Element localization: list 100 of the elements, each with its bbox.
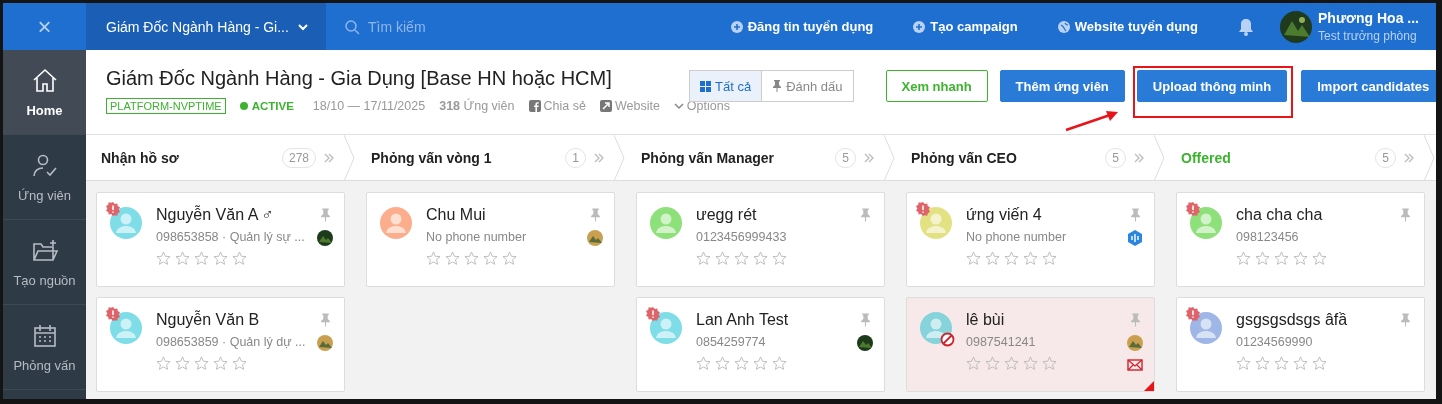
star-icon[interactable]	[1004, 251, 1019, 266]
star-icon[interactable]	[1293, 356, 1308, 371]
star-icon[interactable]	[156, 356, 171, 371]
column-title: Nhận hồ sơ	[101, 149, 179, 166]
external-link-icon	[599, 100, 612, 112]
star-icon[interactable]	[734, 251, 749, 266]
topbar-link[interactable]: Đăng tin tuyển dụng	[730, 19, 874, 34]
star-icon[interactable]	[1274, 356, 1289, 371]
star-icon[interactable]	[1023, 356, 1038, 371]
star-icon[interactable]	[1236, 251, 1251, 266]
star-icon[interactable]	[772, 356, 787, 371]
candidate-name: Lan Anh Test	[696, 311, 790, 329]
plus-icon	[913, 20, 926, 33]
candidate-card[interactable]: Nguyễn Văn A ♂ 098653858 · Quản lý sự ...	[96, 192, 345, 287]
star-icon[interactable]	[1042, 251, 1057, 266]
star-icon[interactable]	[734, 356, 749, 371]
candidate-name: Nguyễn Văn B	[156, 311, 261, 329]
candidate-name: ứng viến 4	[966, 206, 1043, 224]
star-icon[interactable]	[194, 251, 209, 266]
pin-icon[interactable]	[1399, 313, 1411, 327]
pin-icon[interactable]	[589, 208, 601, 222]
candidate-info: 01234569990	[1236, 335, 1314, 349]
job-status: ACTIVE	[239, 100, 294, 112]
pin-icon[interactable]	[319, 313, 331, 327]
action-button[interactable]: Thêm ứng viên	[999, 70, 1125, 102]
candidate-card[interactable]: ứng viến 4 No phone number	[906, 192, 1155, 287]
double-chevron-icon[interactable]	[1134, 152, 1144, 163]
star-icon[interactable]	[696, 356, 711, 371]
candidate-info: 0854259774	[696, 335, 767, 349]
sidebar-item[interactable]: Home	[3, 50, 86, 135]
star-icon[interactable]	[1042, 356, 1057, 371]
globe-icon	[1057, 20, 1070, 33]
candidate-card[interactable]: Lan Anh Test 0854259774	[636, 297, 885, 392]
star-icon[interactable]	[483, 251, 498, 266]
star-icon[interactable]	[175, 356, 190, 371]
star-icon[interactable]	[426, 251, 441, 266]
pin-icon[interactable]	[1129, 313, 1141, 327]
pin-icon	[772, 80, 783, 92]
column-title: Phỏng vấn CEO	[911, 149, 1017, 166]
star-icon[interactable]	[1312, 356, 1327, 371]
star-icon[interactable]	[1255, 356, 1270, 371]
job-tag: PLATFORM-NVPTIME	[106, 98, 226, 114]
star-icon[interactable]	[232, 251, 247, 266]
star-icon[interactable]	[753, 251, 768, 266]
job-title: Giám Đốc Ngành Hàng - Gia Dụng [Base HN hoặc HCM]	[106, 67, 613, 90]
candidate-card[interactable]: Nguyễn Văn B 098653859 · Quản lý dự ...	[96, 297, 345, 392]
pin-icon[interactable]	[859, 208, 871, 222]
double-chevron-icon[interactable]	[324, 152, 334, 163]
candidate-info: 0123456999433	[696, 230, 788, 244]
pin-icon[interactable]	[319, 208, 331, 222]
double-chevron-icon[interactable]	[594, 152, 604, 163]
search-field[interactable]: Tìm kiếm	[366, 17, 570, 36]
star-icon[interactable]	[194, 356, 209, 371]
share-icon	[528, 100, 541, 112]
pin-icon[interactable]	[1129, 208, 1141, 222]
action-button[interactable]: Import candidates	[1301, 70, 1436, 102]
double-chevron-icon[interactable]	[1404, 152, 1414, 163]
star-icon[interactable]	[772, 251, 787, 266]
star-icon[interactable]	[753, 356, 768, 371]
action-button[interactable]: Upload thông minh	[1136, 70, 1288, 102]
star-icon[interactable]	[696, 251, 711, 266]
pin-icon[interactable]	[859, 313, 871, 327]
candidate-card[interactable]: gsgsgsdsgs âfầ 01234569990	[1176, 297, 1425, 392]
notification-bell-icon[interactable]	[1238, 17, 1254, 36]
star-icon[interactable]	[1293, 251, 1308, 266]
star-icon[interactable]	[213, 251, 228, 266]
search-icon	[344, 18, 360, 35]
star-icon[interactable]	[966, 356, 981, 371]
star-icon[interactable]	[1236, 356, 1251, 371]
job-dates: 18/10 — 17/11/2025	[312, 99, 426, 113]
candidate-card[interactable]: Chu Mui No phone number	[366, 192, 615, 287]
double-chevron-icon[interactable]	[864, 152, 874, 163]
star-icon[interactable]	[213, 356, 228, 371]
star-icon[interactable]	[715, 356, 730, 371]
star-icon[interactable]	[156, 251, 171, 266]
candidate-card[interactable]: ưegg rét 0123456999433	[636, 192, 885, 287]
grid-icon	[700, 80, 711, 92]
star-icon[interactable]	[985, 251, 1000, 266]
user-name: Phương Hoa ...	[1318, 10, 1420, 26]
star-icon[interactable]	[985, 356, 1000, 371]
star-icon[interactable]	[1023, 251, 1038, 266]
star-icon[interactable]	[715, 251, 730, 266]
star-icon[interactable]	[445, 251, 460, 266]
topbar-link[interactable]: Website tuyển dụng	[1057, 19, 1198, 34]
star-icon[interactable]	[1274, 251, 1289, 266]
job-selector[interactable]: Giám Đốc Ngành Hàng - Gi...	[86, 3, 326, 50]
star-icon[interactable]	[1004, 356, 1019, 371]
topbar-link[interactable]: Tạo campaign	[913, 19, 1018, 34]
star-icon[interactable]	[232, 356, 247, 371]
star-icon[interactable]	[1312, 251, 1327, 266]
candidate-card[interactable]: cha cha cha 098123456	[1176, 192, 1425, 287]
star-icon[interactable]	[966, 251, 981, 266]
star-icon[interactable]	[1255, 251, 1270, 266]
star-icon[interactable]	[175, 251, 190, 266]
filter-tab[interactable]: Tất cả	[690, 71, 763, 101]
candidate-card[interactable]: lê bùi 0987541241	[906, 297, 1155, 392]
star-icon[interactable]	[502, 251, 517, 266]
close-button[interactable]: ×	[3, 12, 86, 41]
pin-icon[interactable]	[1399, 208, 1411, 222]
star-icon[interactable]	[464, 251, 479, 266]
